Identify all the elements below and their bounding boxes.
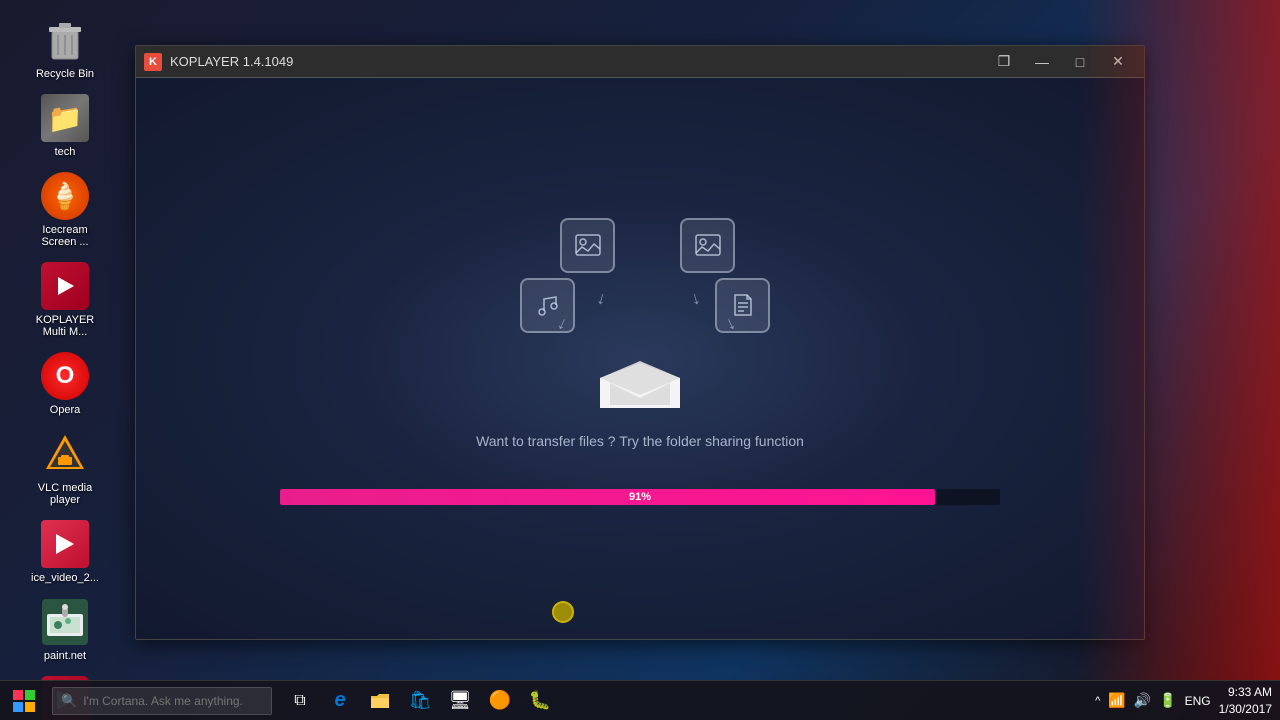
recycle-bin-label: Recycle Bin [36, 68, 94, 80]
transfer-text: Want to transfer files ? Try the folder … [476, 433, 804, 449]
restore-button[interactable]: ❐ [986, 48, 1022, 76]
system-taskbar-icon[interactable]: 🖥 [442, 683, 478, 719]
app-red-taskbar-icon[interactable]: 🐛 [522, 683, 558, 719]
arrow-1: ↓ [594, 287, 608, 310]
tech-icon: 📁 [41, 94, 89, 142]
recycle-bin-icon [41, 16, 89, 64]
search-bar[interactable]: 🔍 [52, 687, 272, 715]
arrow-2: ↓ [688, 287, 702, 310]
taskbar: 🔍 ⧉ e 🛍 🖥 � [0, 680, 1280, 720]
clock-time: 9:33 AM [1219, 684, 1272, 701]
koplayer-window-icon: K [144, 53, 162, 71]
minimize-icon: — [1035, 54, 1049, 70]
opera-label: Opera [50, 404, 81, 416]
tray-chevron[interactable]: ^ [1095, 695, 1100, 707]
task-view-button[interactable]: ⧉ [282, 683, 318, 719]
desktop-icon-koplayer-multi[interactable]: KOPLAYER Multi M... [20, 256, 110, 344]
vlc-icon [41, 430, 89, 478]
close-icon: ✕ [1112, 53, 1124, 70]
ice-video-icon [41, 520, 89, 568]
system-tray: ^ 📶 🔊 🔋 ENG 9:33 AM 1/30/2017 [1095, 684, 1280, 718]
search-icon: 🔍 [61, 693, 77, 709]
koplayer-multi-icon [41, 262, 89, 310]
task-view-icon: ⧉ [294, 692, 305, 710]
store-icon: 🛍 [409, 690, 432, 711]
icecream-icon: 🍦 [41, 172, 89, 220]
app-orange-taskbar-icon[interactable]: 🟠 [482, 683, 518, 719]
opera-icon: O [41, 352, 89, 400]
desktop-icon-ice-video[interactable]: ice_video_2... [20, 514, 110, 590]
taskbar-clock[interactable]: 9:33 AM 1/30/2017 [1219, 684, 1272, 718]
icecream-label: Icecream Screen ... [28, 224, 102, 248]
window-controls: ❐ — □ ✕ [986, 48, 1136, 76]
app-orange-icon: 🟠 [489, 690, 511, 711]
tech-label: tech [55, 146, 76, 158]
tray-battery-icon: 🔋 [1159, 692, 1176, 709]
document-icon [715, 278, 770, 333]
desktop-icon-tech[interactable]: 📁 tech [20, 88, 110, 164]
photo-icon-1 [560, 218, 615, 273]
ice-video-label: ice_video_2... [31, 572, 99, 584]
progress-label: 91% [629, 491, 651, 503]
search-input[interactable] [83, 694, 263, 708]
tray-network-icon: 📶 [1108, 692, 1125, 709]
koplayer-window: K KOPLAYER 1.4.1049 ❐ — □ ✕ [135, 45, 1145, 640]
desktop-icons-area: Recycle Bin 📁 tech 🍦 Icecream Screen ... [0, 0, 130, 720]
minimize-button[interactable]: — [1024, 48, 1060, 76]
clock-date: 1/30/2017 [1219, 701, 1272, 718]
taskbar-app-icons: ⧉ e 🛍 🖥 🟠 🐛 [282, 683, 558, 719]
tray-sound-icon: 🔊 [1134, 692, 1151, 709]
system-icon: 🖥 [449, 690, 472, 711]
progress-container: 91% [280, 489, 1000, 505]
start-button[interactable] [0, 681, 48, 720]
progress-bar [280, 489, 935, 505]
store-taskbar-icon[interactable]: 🛍 [402, 683, 438, 719]
file-explorer-taskbar-icon[interactable] [362, 683, 398, 719]
koplayer-multi-label: KOPLAYER Multi M... [28, 314, 102, 338]
photo-icon-2 [680, 218, 735, 273]
desktop: Recycle Bin 📁 tech 🍦 Icecream Screen ... [0, 0, 1280, 720]
desktop-icon-vlc[interactable]: VLC media player [20, 424, 110, 512]
desktop-icon-opera[interactable]: O Opera [20, 346, 110, 422]
inbox-box [595, 343, 685, 413]
progress-area: 91% [280, 489, 1000, 505]
desktop-icon-recycle-bin[interactable]: Recycle Bin [20, 10, 110, 86]
edge-taskbar-icon[interactable]: e [322, 683, 358, 719]
maximize-icon: □ [1076, 54, 1084, 70]
desktop-icon-paintnet[interactable]: paint.net [20, 592, 110, 668]
window-titlebar: K KOPLAYER 1.4.1049 ❐ — □ ✕ [136, 46, 1144, 78]
tray-keyboard-icon: ENG [1185, 694, 1211, 708]
paintnet-icon [41, 598, 89, 646]
restore-icon: ❐ [998, 53, 1011, 70]
desktop-icon-icecream[interactable]: 🍦 Icecream Screen ... [20, 166, 110, 254]
app-red-icon: 🐛 [529, 690, 551, 711]
window-content: ↓ ↓ ↓ ↓ Want to transfer f [136, 78, 1144, 639]
close-button[interactable]: ✕ [1100, 48, 1136, 76]
paintnet-label: paint.net [44, 650, 86, 662]
vlc-label: VLC media player [28, 482, 102, 506]
cursor [552, 601, 574, 623]
maximize-button[interactable]: □ [1062, 48, 1098, 76]
edge-icon: e [334, 689, 345, 712]
window-title: KOPLAYER 1.4.1049 [170, 54, 986, 69]
transfer-illustration: ↓ ↓ ↓ ↓ [490, 213, 790, 413]
folder-icon [369, 690, 391, 712]
